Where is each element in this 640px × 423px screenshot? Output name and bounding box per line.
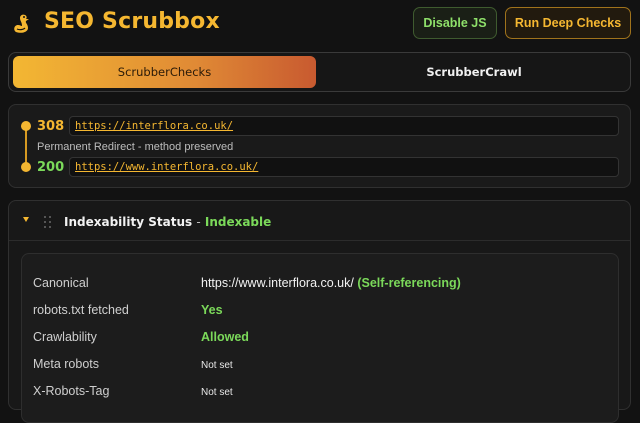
tab-scrubber-checks[interactable]: ScrubberChecks bbox=[13, 56, 316, 88]
redirect-note: Permanent Redirect - method preserved bbox=[37, 141, 234, 153]
indexability-label: Indexability Status bbox=[64, 215, 193, 229]
drag-grip-icon[interactable] bbox=[43, 215, 53, 229]
app-header: SEO Scrubbox Disable JS Run Deep Checks bbox=[0, 0, 640, 48]
indexability-header[interactable]: Indexability Status - Indexable bbox=[9, 201, 630, 241]
status-code-200: 200 bbox=[37, 160, 65, 175]
x-robots-tag-value: Not set bbox=[201, 387, 233, 398]
meta-robots-value: Not set bbox=[201, 360, 233, 371]
timeline-dot bbox=[21, 162, 31, 172]
crawlability-value: Allowed bbox=[201, 330, 249, 344]
caret-down-icon[interactable] bbox=[23, 217, 29, 222]
tab-scrubber-crawl[interactable]: ScrubberCrawl bbox=[320, 56, 628, 88]
canonical-self-ref: (Self-referencing) bbox=[357, 276, 461, 290]
redirect-timeline bbox=[25, 125, 27, 167]
redirect-url-box[interactable]: https://interflora.co.uk/ bbox=[69, 116, 619, 136]
disable-js-button[interactable]: Disable JS bbox=[413, 7, 497, 39]
canonical-value: https://www.interflora.co.uk/ (Self-refe… bbox=[201, 276, 461, 290]
redirect-chain-card: 308 https://interflora.co.uk/ Permanent … bbox=[8, 104, 631, 188]
final-url-box[interactable]: https://www.interflora.co.uk/ bbox=[69, 157, 619, 177]
title-separator: - bbox=[196, 215, 201, 229]
app-title: SEO Scrubbox bbox=[44, 9, 220, 34]
main-tabs: ScrubberChecks ScrubberCrawl bbox=[8, 52, 631, 92]
robots-fetched-value: Yes bbox=[201, 303, 223, 317]
crawlability-label: Crawlability bbox=[33, 330, 97, 344]
canonical-label: Canonical bbox=[33, 276, 89, 290]
indexability-status: Indexable bbox=[204, 215, 272, 229]
meta-robots-label: Meta robots bbox=[33, 357, 100, 371]
run-deep-checks-button[interactable]: Run Deep Checks bbox=[505, 7, 631, 39]
indexability-card: Indexability Status - Indexable Canonica… bbox=[8, 200, 631, 423]
robots-fetched-label: robots.txt fetched bbox=[33, 303, 129, 317]
final-url-link[interactable]: https://www.interflora.co.uk/ bbox=[75, 161, 258, 173]
indexability-title: Indexability Status - Indexable bbox=[64, 215, 271, 229]
canonical-url: https://www.interflora.co.uk/ bbox=[201, 276, 354, 290]
redirect-url-link[interactable]: https://interflora.co.uk/ bbox=[75, 120, 233, 132]
timeline-dot bbox=[21, 121, 31, 131]
x-robots-tag-label: X-Robots-Tag bbox=[33, 384, 110, 398]
status-code-308: 308 bbox=[37, 119, 65, 134]
indexability-details: Canonical https://www.interflora.co.uk/ … bbox=[21, 253, 619, 423]
duck-logo-icon bbox=[14, 14, 29, 33]
